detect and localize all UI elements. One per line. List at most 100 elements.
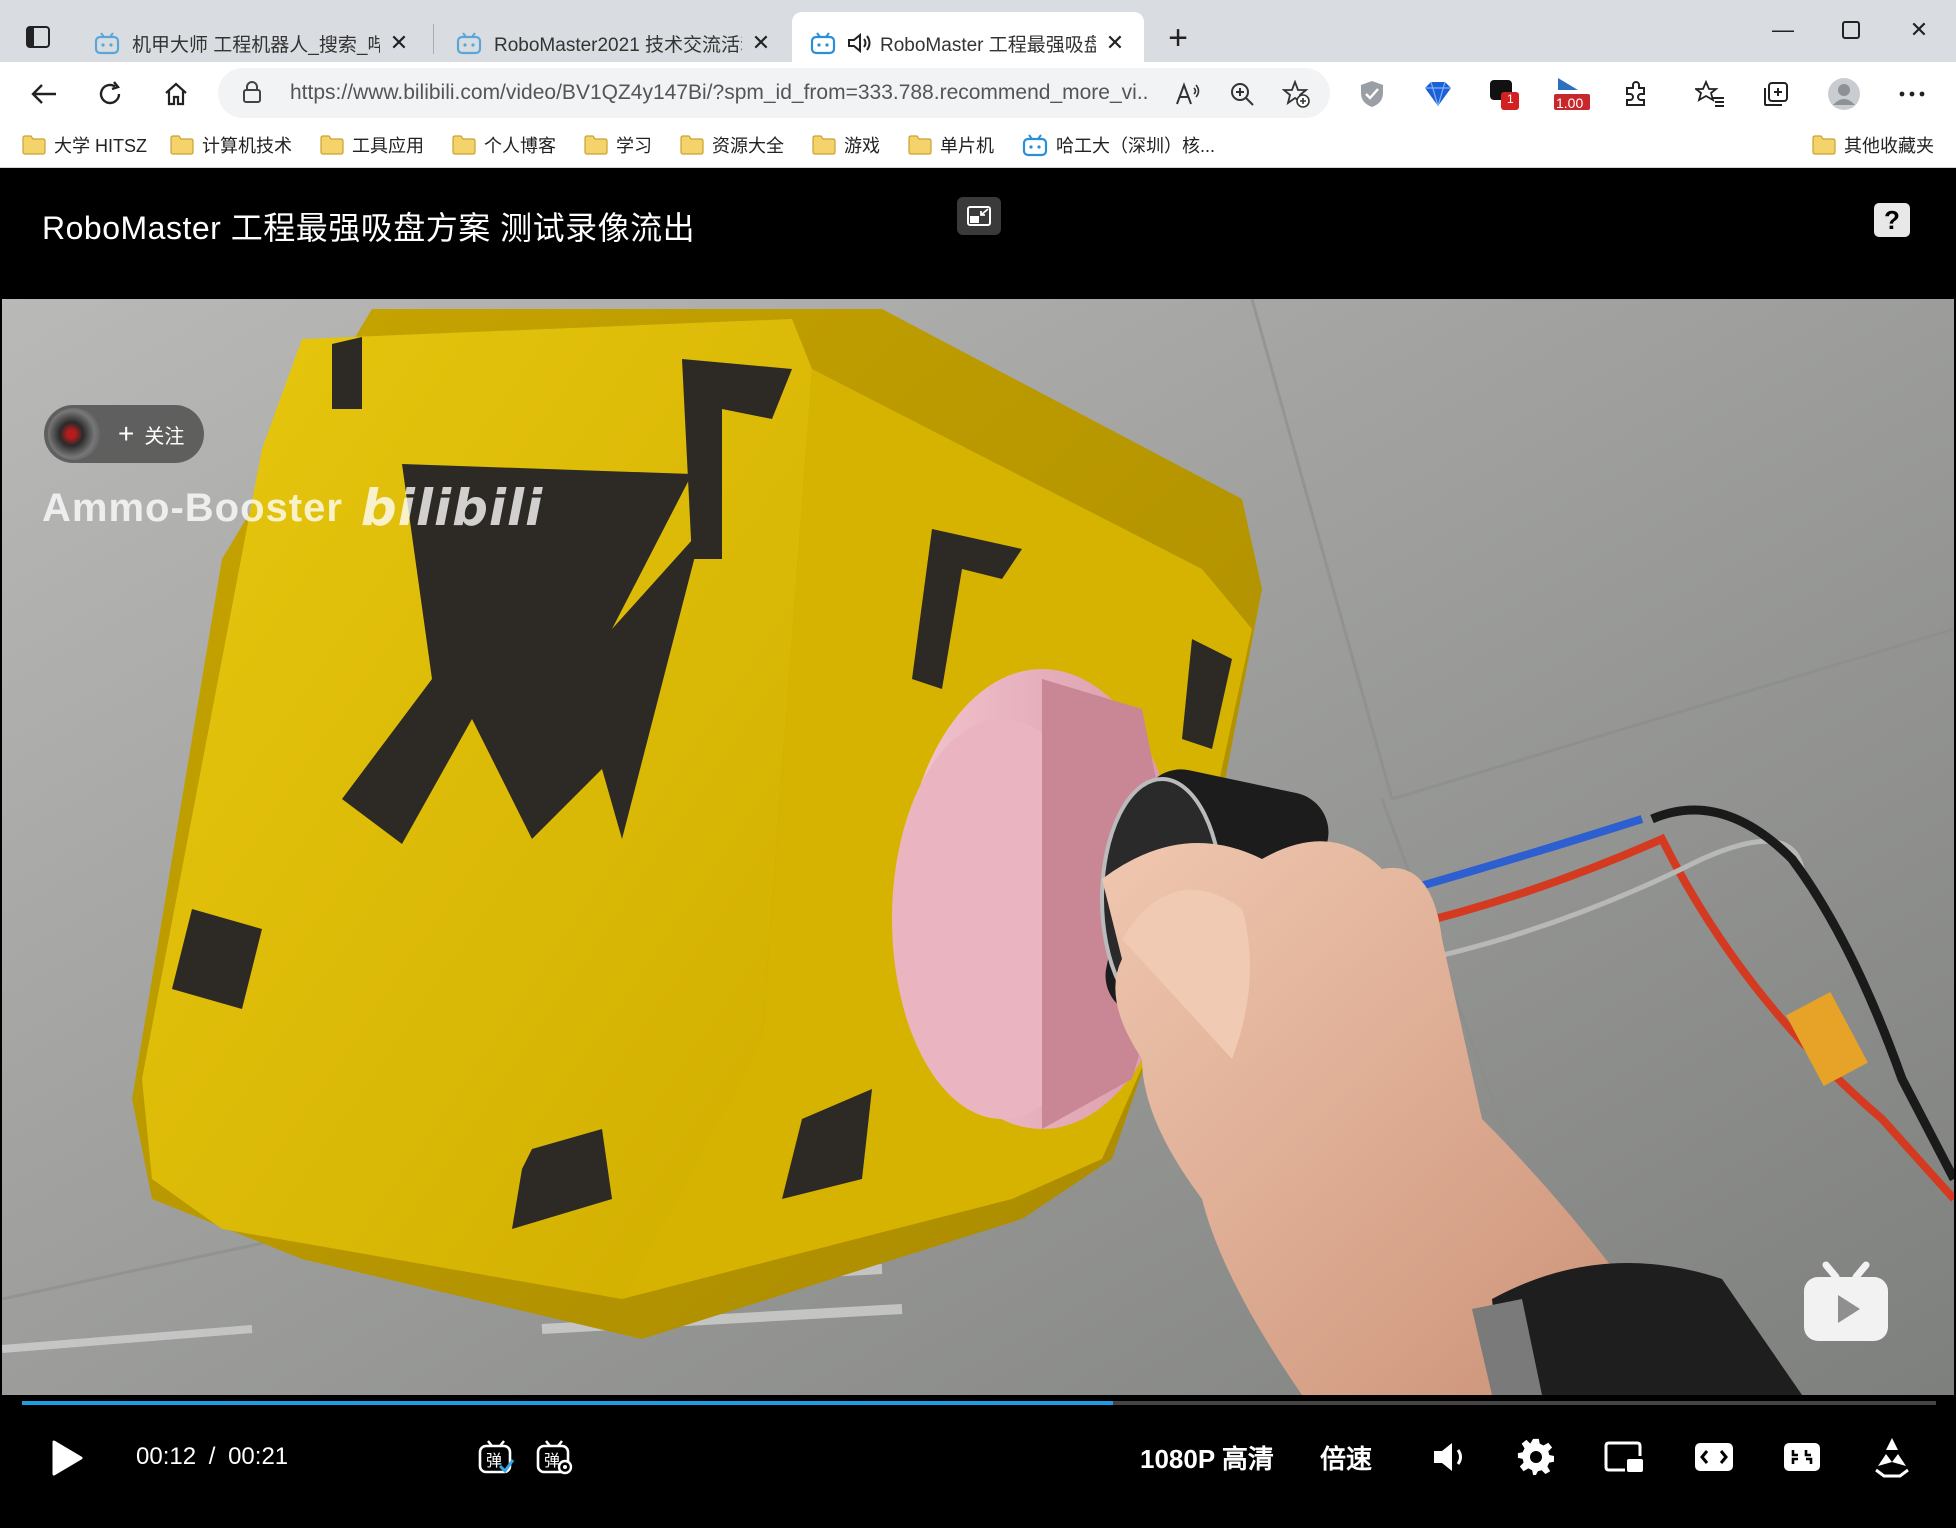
bookmark-folder[interactable]: 资源大全: [680, 130, 784, 160]
mini-player-button[interactable]: [1600, 1433, 1648, 1481]
collections-button[interactable]: [1756, 74, 1796, 114]
gem-icon: [1425, 81, 1451, 107]
progress-played: [22, 1401, 1113, 1405]
bilibili-tv-logo-icon: [1804, 1261, 1888, 1341]
danmaku-settings-button[interactable]: 弹: [532, 1435, 576, 1479]
help-button[interactable]: ?: [1874, 203, 1910, 237]
extensions-button[interactable]: [1616, 74, 1656, 114]
back-arrow-icon: [31, 84, 56, 104]
bookmark-label: 哈工大（深圳）核...: [1056, 136, 1216, 156]
picture-in-picture-icon: [1604, 1441, 1643, 1472]
new-tab-button[interactable]: +: [1158, 18, 1198, 58]
zoom-button[interactable]: [1228, 80, 1256, 108]
gem-extension[interactable]: [1418, 74, 1458, 114]
star-add-icon: [1282, 80, 1310, 108]
extension-badge: 1: [1507, 92, 1514, 106]
bilibili-bookmark-icon: [1022, 134, 1048, 157]
settings-menu-button[interactable]: [1892, 74, 1932, 114]
folder-icon: [452, 135, 476, 155]
refresh-icon: [99, 81, 121, 105]
close-tab-icon[interactable]: ✕: [1104, 30, 1126, 56]
bookmark-folder[interactable]: 单片机: [908, 130, 994, 160]
read-aloud-button[interactable]: [1174, 80, 1202, 108]
bookmark-label: 个人博客: [484, 136, 556, 156]
folder-icon: [22, 135, 46, 155]
video-frame[interactable]: + 关注 Ammo-Booster bilibili: [2, 298, 1954, 1396]
quality-selector[interactable]: 1080P 高清: [1140, 1439, 1274, 1476]
bookmark-folder[interactable]: 计算机技术: [170, 130, 292, 160]
time-separator: /: [208, 1443, 216, 1470]
other-bookmarks-folder[interactable]: 其他收藏夹: [1812, 130, 1934, 160]
maximize-button[interactable]: [1818, 10, 1884, 50]
plus-icon: +: [118, 418, 135, 449]
close-window-button[interactable]: ✕: [1886, 10, 1952, 50]
video-title: RoboMaster 工程最强吸盘方案 测试录像流出: [42, 210, 696, 246]
more-dots-icon: [1899, 91, 1925, 97]
picture-in-picture-icon: [967, 206, 991, 226]
playback-speed-button[interactable]: 倍速: [1320, 1439, 1372, 1476]
folder-icon: [320, 135, 344, 155]
home-button[interactable]: [154, 72, 198, 116]
uploader-avatar[interactable]: [48, 408, 100, 460]
address-bar[interactable]: https://www.bilibili.com/video/BV1QZ4y14…: [218, 68, 1330, 118]
puzzle-icon: [1626, 81, 1645, 106]
danmaku-toggle-button[interactable]: 弹: [474, 1435, 518, 1479]
shield-extension[interactable]: [1352, 74, 1392, 114]
tab-actions-button[interactable]: [18, 20, 58, 54]
player-top-bar: RoboMaster 工程最强吸盘方案 测试录像流出 ?: [2, 169, 1954, 299]
danmaku-on-icon: 弹: [478, 1440, 515, 1474]
bookmark-folder[interactable]: 学习: [584, 130, 652, 160]
bookmark-label: 其他收藏夹: [1844, 136, 1934, 156]
video-speed-extension[interactable]: 1.00: [1548, 74, 1596, 114]
bookmark-folder[interactable]: 游戏: [812, 130, 880, 160]
bookmark-label: 单片机: [940, 136, 994, 156]
minimize-button[interactable]: —: [1750, 10, 1816, 50]
folder-icon: [1812, 135, 1836, 155]
fullscreen-icon: [1875, 1438, 1909, 1478]
tab-actions-icon: [26, 26, 50, 48]
svg-text:弹: 弹: [544, 1451, 560, 1470]
widescreen-button[interactable]: [1690, 1433, 1738, 1481]
fullscreen-button[interactable]: [1868, 1431, 1916, 1483]
bilibili-tab-icon: [456, 32, 482, 55]
bookmark-folder[interactable]: 个人博客: [452, 130, 556, 160]
add-favorite-button[interactable]: [1282, 80, 1310, 108]
bookmark-label: 工具应用: [352, 136, 424, 156]
play-button[interactable]: [42, 1433, 92, 1483]
settings-button[interactable]: [1512, 1433, 1560, 1481]
favorites-button[interactable]: [1690, 74, 1730, 114]
close-tab-icon[interactable]: ✕: [388, 30, 410, 56]
badge-extension[interactable]: 1: [1484, 74, 1524, 114]
progress-bar[interactable]: [22, 1401, 1936, 1405]
lock-icon[interactable]: [242, 80, 262, 104]
webpage-fullscreen-button[interactable]: [1778, 1433, 1826, 1481]
bookmark-label: 资源大全: [712, 136, 784, 156]
bookmark-folder[interactable]: 工具应用: [320, 130, 424, 160]
web-fullscreen-icon: [1784, 1443, 1820, 1471]
duration: 00:21: [228, 1443, 289, 1470]
follow-uploader-button[interactable]: + 关注: [44, 405, 204, 463]
refresh-button[interactable]: [88, 72, 132, 116]
block-icon: [1490, 80, 1519, 110]
danmaku-settings-icon: 弹: [536, 1440, 573, 1475]
tab-separator: [433, 24, 434, 54]
audio-playing-icon[interactable]: [846, 31, 872, 55]
gear-icon: [1517, 1438, 1554, 1475]
shield-icon: [1361, 81, 1383, 107]
speed-badge: 1.00: [1556, 95, 1584, 111]
tab-title: 机甲大师 工程机器人_搜索_哔哩: [132, 34, 380, 56]
bookmarks-bar: 大学 HITSZ 计算机技术 工具应用 个人博客 学习 资源大全 游戏 单片机 …: [0, 122, 1956, 168]
volume-icon: [1434, 1443, 1462, 1471]
browser-toolbar: https://www.bilibili.com/video/BV1QZ4y14…: [0, 62, 1956, 122]
exit-fullscreen-button[interactable]: [957, 197, 1001, 235]
close-tab-icon[interactable]: ✕: [750, 30, 772, 56]
back-button[interactable]: [22, 72, 66, 116]
profile-button[interactable]: [1824, 74, 1864, 114]
video-player[interactable]: RoboMaster 工程最强吸盘方案 测试录像流出 ? + 关注 Ammo-B…: [2, 169, 1954, 1524]
maximize-icon: [1842, 21, 1860, 39]
bookmark-link[interactable]: 哈工大（深圳）核...: [1022, 130, 1215, 160]
bookmark-folder[interactable]: 大学 HITSZ: [22, 130, 147, 160]
folder-icon: [170, 135, 194, 155]
volume-button[interactable]: [1426, 1433, 1474, 1481]
url-text[interactable]: https://www.bilibili.com/video/BV1QZ4y14…: [290, 81, 1150, 105]
